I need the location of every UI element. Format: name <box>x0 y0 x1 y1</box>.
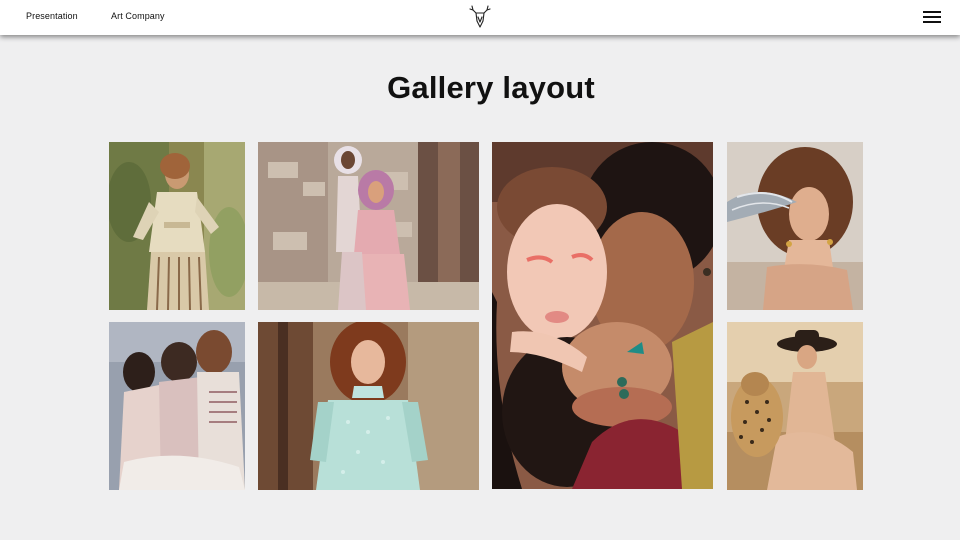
photo-three-women-close-up <box>492 142 713 489</box>
gallery-photo[interactable] <box>109 142 245 310</box>
gallery-photo[interactable] <box>727 142 863 310</box>
photo-women-pink-dresses-stone-wall <box>258 142 479 310</box>
nav-link-presentation[interactable]: Presentation <box>26 11 78 21</box>
gallery-photo[interactable] <box>109 322 245 490</box>
page-title: Gallery layout <box>387 70 595 105</box>
photo-woman-cream-outfit-garden <box>109 142 245 310</box>
photo-woman-hat-with-cheetah <box>727 322 863 490</box>
photo-woman-mint-dress <box>258 322 479 490</box>
photo-woman-with-feather <box>727 142 863 310</box>
gallery-photo[interactable] <box>258 142 479 310</box>
gallery-photo[interactable] <box>258 322 479 490</box>
photo-group-pastel-outfits <box>109 322 245 490</box>
nav-link-art-company[interactable]: Art Company <box>111 11 165 21</box>
gallery-photo[interactable] <box>492 142 713 489</box>
gallery-photo[interactable] <box>727 322 863 490</box>
deer-head-icon[interactable] <box>469 5 491 29</box>
top-navigation-bar: Presentation Art Company <box>0 0 960 35</box>
hamburger-menu-icon[interactable] <box>923 11 941 24</box>
